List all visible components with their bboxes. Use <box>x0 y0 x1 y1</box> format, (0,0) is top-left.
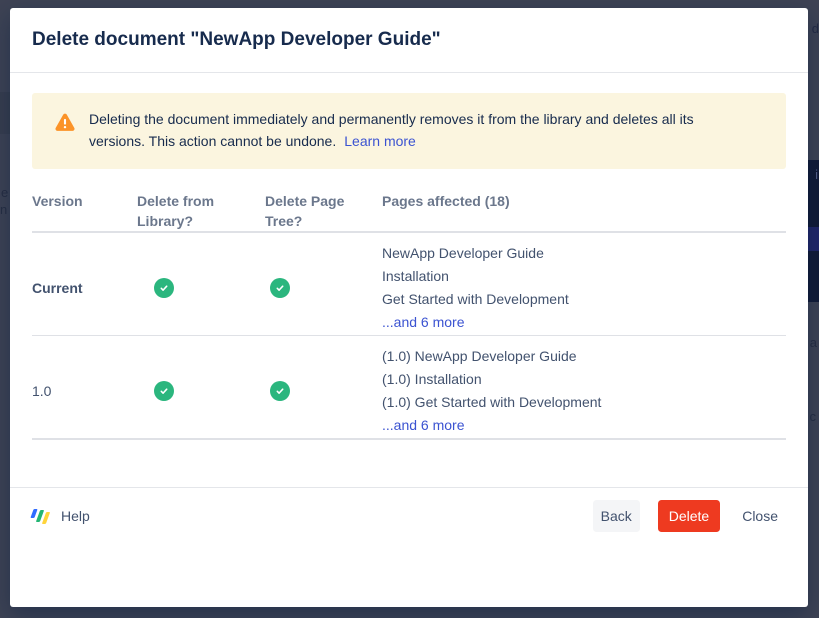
column-header-version: Version <box>32 191 137 231</box>
page-item: (1.0) Installation <box>382 368 786 391</box>
page-item: Installation <box>382 265 786 288</box>
show-more-pages-link[interactable]: ...and 6 more <box>382 314 465 330</box>
check-icon <box>154 278 174 298</box>
dimmed-text-fragment: d <box>812 22 819 36</box>
k15t-logo-icon <box>32 508 52 524</box>
check-icon <box>270 278 290 298</box>
table-row: 1.0 (1.0) NewApp Developer Guide (1.0) I… <box>32 336 786 440</box>
check-icon <box>270 381 290 401</box>
dimmed-page-left-block <box>0 92 10 134</box>
warning-icon <box>54 111 76 133</box>
table-header-row: Version Delete from Library? Delete Page… <box>32 191 786 233</box>
check-icon <box>154 381 174 401</box>
help-label: Help <box>61 508 90 524</box>
page-item: (1.0) NewApp Developer Guide <box>382 345 786 368</box>
delete-button[interactable]: Delete <box>658 500 720 532</box>
dialog-header: Delete document "NewApp Developer Guide" <box>10 8 808 73</box>
page-item: Get Started with Development <box>382 288 786 311</box>
column-header-delete-page-tree: Delete Page Tree? <box>265 191 357 231</box>
dialog-footer: Help Back Delete Close <box>10 487 808 607</box>
help-button[interactable]: Help <box>32 500 90 532</box>
dimmed-text-fragment: a <box>810 336 817 350</box>
versions-table: Version Delete from Library? Delete Page… <box>32 191 786 440</box>
column-header-pages-affected: Pages affected (18) <box>382 191 786 231</box>
dialog-body: Deleting the document immediately and pe… <box>10 73 808 440</box>
back-button[interactable]: Back <box>593 500 640 532</box>
dimmed-text-fragment: c <box>810 410 817 424</box>
table-row: Current NewApp Developer Guide Installat… <box>32 233 786 336</box>
page-item: (1.0) Get Started with Development <box>382 391 786 414</box>
dialog-title: Delete document "NewApp Developer Guide" <box>32 29 441 51</box>
learn-more-link[interactable]: Learn more <box>344 133 416 149</box>
column-header-delete-from-library: Delete from Library? <box>137 191 229 231</box>
page-item: NewApp Developer Guide <box>382 242 786 265</box>
show-more-pages-link[interactable]: ...and 6 more <box>382 417 465 433</box>
delete-document-dialog: Delete document "NewApp Developer Guide"… <box>10 8 808 607</box>
dimmed-text-fragment: i <box>815 168 818 182</box>
version-label: 1.0 <box>32 383 137 399</box>
pages-affected-list: NewApp Developer Guide Installation Get … <box>382 242 786 334</box>
warning-banner: Deleting the document immediately and pe… <box>32 93 786 169</box>
pages-affected-list: (1.0) NewApp Developer Guide (1.0) Insta… <box>382 345 786 437</box>
dimmed-sidebar-selected-item <box>808 227 819 251</box>
screen: e n o d i a c Delete document "NewApp De… <box>0 0 819 618</box>
dimmed-text-fragment: e <box>1 186 8 200</box>
close-button[interactable]: Close <box>742 500 778 532</box>
warning-message: Deleting the document immediately and pe… <box>89 108 741 152</box>
version-label: Current <box>32 280 137 296</box>
